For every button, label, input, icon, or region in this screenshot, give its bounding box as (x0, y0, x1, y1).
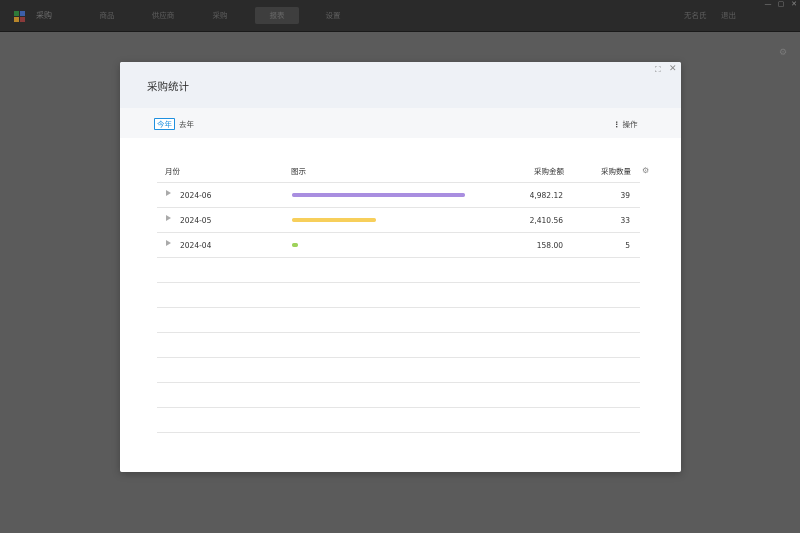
nav-item-reports[interactable]: 报表 (255, 7, 299, 24)
row-bar-track (292, 218, 472, 223)
column-settings-icon[interactable]: ⚙ (642, 166, 649, 175)
fullscreen-icon[interactable]: ⛶ (655, 65, 661, 75)
nav-item-goods[interactable]: 商品 (85, 7, 129, 24)
purchase-stats-dialog: 采购统计 ⛶ ✕ 今年 去年 ⋮ 操作 月份 图示 采购金额 采购数量 ⚙ 202… (120, 62, 681, 472)
row-quantity: 33 (620, 216, 630, 225)
row-bar-track (292, 193, 472, 198)
more-vertical-icon: ⋮ (613, 120, 621, 129)
row-quantity: 39 (620, 191, 630, 200)
nav-item-settings[interactable]: 设置 (311, 7, 355, 24)
row-quantity: 5 (625, 241, 630, 250)
table-header: 月份 图示 采购金额 采购数量 (157, 158, 640, 183)
empty-row (157, 408, 640, 433)
col-quantity: 采购数量 (601, 167, 631, 176)
table-row[interactable]: 2024-05 2,410.56 33 (157, 208, 640, 233)
nav-item-suppliers[interactable]: 供应商 (141, 7, 185, 24)
logout-link[interactable]: 退出 (721, 10, 736, 21)
row-month: 2024-05 (180, 216, 212, 225)
dialog-header: 采购统计 ⛶ ✕ (120, 62, 681, 108)
maximize-icon[interactable]: ▢ (775, 0, 787, 9)
app-name: 采购 (36, 11, 52, 20)
col-month: 月份 (165, 167, 180, 176)
top-bar: 采购 商品 供应商 采购 报表 设置 无名氏 退出 — ▢ ✕ (0, 0, 800, 32)
empty-row (157, 283, 640, 308)
expand-arrow-icon[interactable] (166, 215, 171, 221)
empty-row (157, 258, 640, 283)
operations-menu[interactable]: ⋮ 操作 (613, 119, 638, 130)
col-chart: 图示 (291, 167, 306, 176)
expand-arrow-icon[interactable] (166, 190, 171, 196)
empty-row (157, 383, 640, 408)
row-month: 2024-04 (180, 241, 212, 250)
table-row[interactable]: 2024-04 158.00 5 (157, 233, 640, 258)
empty-row (157, 358, 640, 383)
close-icon[interactable]: ✕ (669, 64, 677, 74)
row-bar (292, 193, 465, 197)
app-logo-icon (14, 11, 25, 22)
user-name[interactable]: 无名氏 (684, 10, 707, 21)
row-amount: 158.00 (536, 241, 563, 250)
dialog-title: 采购统计 (147, 81, 189, 93)
last-year-filter[interactable]: 去年 (176, 118, 197, 130)
table-row[interactable]: 2024-06 4,982.12 39 (157, 183, 640, 208)
empty-row (157, 308, 640, 333)
expand-arrow-icon[interactable] (166, 240, 171, 246)
row-bar (292, 243, 298, 247)
row-amount: 4,982.12 (529, 191, 563, 200)
row-bar (292, 218, 376, 222)
minimize-icon[interactable]: — (762, 0, 774, 9)
row-month: 2024-06 (180, 191, 212, 200)
row-amount: 2,410.56 (529, 216, 563, 225)
filter-toolbar: 今年 去年 ⋮ 操作 (120, 108, 681, 138)
col-amount: 采购金额 (534, 167, 564, 176)
settings-gear-icon[interactable]: ⚙ (779, 48, 787, 58)
this-year-filter[interactable]: 今年 (154, 118, 175, 130)
window-close-icon[interactable]: ✕ (788, 0, 800, 9)
operations-label: 操作 (622, 120, 638, 129)
empty-row (157, 333, 640, 358)
nav-item-purchase[interactable]: 采购 (198, 7, 242, 24)
row-bar-track (292, 243, 472, 248)
